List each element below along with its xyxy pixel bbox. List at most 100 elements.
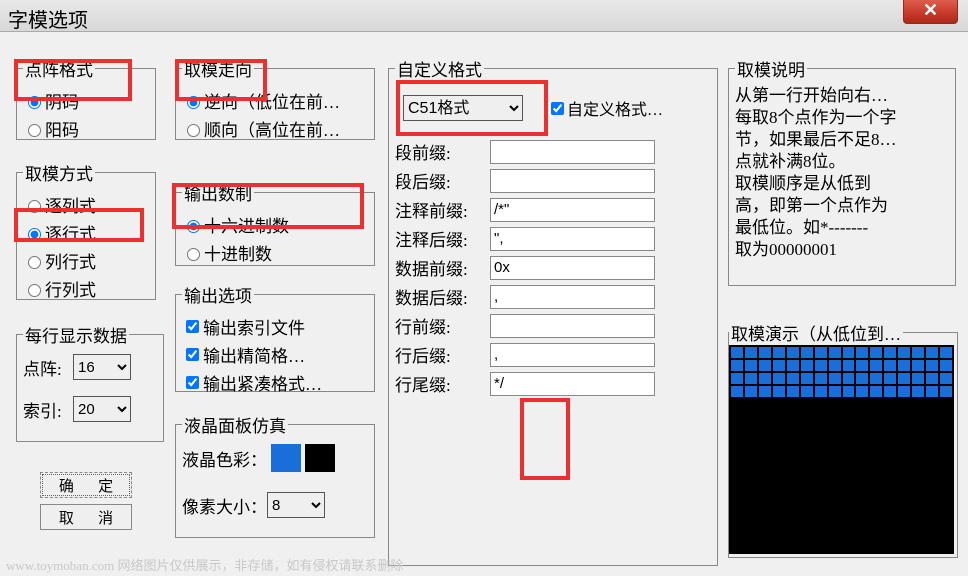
close-button[interactable]: ✕ xyxy=(903,0,958,24)
field-input-7[interactable] xyxy=(490,343,655,367)
cancel-button[interactable]: 取 消 xyxy=(40,504,132,530)
field-input-3[interactable] xyxy=(490,227,655,251)
demo-cell xyxy=(870,373,882,384)
check-custom-format[interactable]: 自定义格式… xyxy=(547,96,663,120)
lcd-color-swatch-2[interactable] xyxy=(305,444,335,472)
field-row-1: 段后缀: xyxy=(395,168,711,193)
group-output-options: 输出选项 输出索引文件 输出精简格… 输出紧凑格式… xyxy=(175,282,375,392)
demo-cell xyxy=(801,360,813,371)
radio-colrow[interactable]: 列行式 xyxy=(23,248,149,273)
demo-cell xyxy=(898,373,910,384)
legend-per-line: 每行显示数据 xyxy=(23,322,129,347)
radio-forward[interactable]: 顺向（高位在前… xyxy=(182,116,368,141)
check-index-file[interactable]: 输出索引文件 xyxy=(182,314,368,339)
demo-cell xyxy=(898,360,910,371)
radio-yang[interactable]: 阳码 xyxy=(23,116,149,141)
demo-cell xyxy=(815,360,827,371)
group-lcd-sim: 液晶面板仿真 液晶色彩： 像素大小： 8 xyxy=(175,412,375,538)
demo-cell xyxy=(884,373,896,384)
field-label-4: 数据前缀: xyxy=(395,255,490,280)
field-row-4: 数据前缀: xyxy=(395,255,711,280)
legend-demo: 取模演示（从低位到… xyxy=(729,320,903,345)
field-input-0[interactable] xyxy=(490,140,655,164)
field-label-7: 行后缀: xyxy=(395,342,490,367)
watermark: www.toymoban.com 网络图片仅供展示，非存储，如有侵权请联系删除 xyxy=(6,555,403,574)
demo-cell xyxy=(773,347,785,358)
field-input-5[interactable] xyxy=(490,285,655,309)
field-row-0: 段前缀: xyxy=(395,139,711,164)
lcd-color-swatch-1[interactable] xyxy=(271,444,301,472)
legend-custom-format: 自定义格式 xyxy=(395,56,484,81)
demo-cell xyxy=(912,373,924,384)
row-lcd-color: 液晶色彩： xyxy=(182,444,368,472)
demo-cell xyxy=(787,347,799,358)
legend-dot-format: 点阵格式 xyxy=(23,56,95,81)
demo-cell xyxy=(745,347,757,358)
check-compact[interactable]: 输出精简格… xyxy=(182,342,368,367)
group-dot-format: 点阵格式 阴码 阳码 xyxy=(16,56,156,140)
demo-cell xyxy=(940,373,952,384)
demo-cell xyxy=(815,347,827,358)
radio-row[interactable]: 逐行式 xyxy=(23,220,149,245)
demo-cell xyxy=(759,360,771,371)
check-tight[interactable]: 输出紧凑格式… xyxy=(182,370,368,395)
dialog-body: 点阵格式 阴码 阳码 取模方式 逐列式 逐行式 列行式 行列式 每行显示数据 点… xyxy=(0,32,968,576)
demo-cell xyxy=(912,347,924,358)
field-label-1: 段后缀: xyxy=(395,168,490,193)
radio-col[interactable]: 逐列式 xyxy=(23,192,149,217)
window-title: 字模选项 xyxy=(8,10,88,32)
legend-scan-mode: 取模方式 xyxy=(23,160,95,185)
demo-cell xyxy=(926,373,938,384)
select-c51-format[interactable]: C51格式 xyxy=(403,95,523,121)
demo-cell xyxy=(829,373,841,384)
select-index-count[interactable]: 20 xyxy=(73,396,131,422)
group-direction: 取模走向 逆向（低位在前… 顺向（高位在前… xyxy=(175,56,375,140)
ok-button[interactable]: 确 定 xyxy=(40,472,132,498)
demo-cell xyxy=(787,360,799,371)
demo-cell xyxy=(745,360,757,371)
field-input-1[interactable] xyxy=(490,169,655,193)
demo-cell xyxy=(829,347,841,358)
field-row-2: 注释前缀: xyxy=(395,197,711,222)
field-input-8[interactable] xyxy=(490,372,655,396)
row-dot-count: 点阵: 16 xyxy=(23,354,157,380)
demo-cell xyxy=(940,347,952,358)
demo-cell xyxy=(884,386,896,397)
field-input-2[interactable] xyxy=(490,198,655,222)
field-label-3: 注释后缀: xyxy=(395,226,490,251)
demo-cell xyxy=(759,347,771,358)
select-dot-count[interactable]: 16 xyxy=(73,354,131,380)
demo-cell xyxy=(843,360,855,371)
field-label-5: 数据后缀: xyxy=(395,284,490,309)
demo-preview xyxy=(729,345,954,554)
field-input-6[interactable] xyxy=(490,314,655,338)
radio-yin[interactable]: 阴码 xyxy=(23,88,149,113)
demo-cell xyxy=(940,386,952,397)
radio-reverse[interactable]: 逆向（低位在前… xyxy=(182,88,368,113)
demo-cell xyxy=(773,373,785,384)
demo-cell xyxy=(898,386,910,397)
demo-cell xyxy=(898,347,910,358)
demo-cell xyxy=(884,347,896,358)
select-pixel-size[interactable]: 8 xyxy=(267,492,325,518)
field-row-3: 注释后缀: xyxy=(395,226,711,251)
field-label-6: 行前缀: xyxy=(395,313,490,338)
field-label-8: 行尾缀: xyxy=(395,371,490,396)
field-row-7: 行后缀: xyxy=(395,342,711,367)
row-index-count: 索引: 20 xyxy=(23,396,157,422)
description-text: 从第一行开始向右… 每取8个点作为一个字 节，如果最后不足8… 点就补满8位。 … xyxy=(735,85,949,261)
demo-cell xyxy=(843,386,855,397)
radio-rowcol[interactable]: 行列式 xyxy=(23,276,149,301)
demo-cell xyxy=(731,347,743,358)
demo-cell xyxy=(773,360,785,371)
legend-number-base: 输出数制 xyxy=(182,180,254,205)
field-input-4[interactable] xyxy=(490,256,655,280)
radio-dec[interactable]: 十进制数 xyxy=(182,240,368,265)
demo-cell xyxy=(731,386,743,397)
radio-hex[interactable]: 十六进制数 xyxy=(182,212,368,237)
demo-cell xyxy=(843,347,855,358)
demo-cell xyxy=(912,386,924,397)
demo-cell xyxy=(773,386,785,397)
legend-description: 取模说明 xyxy=(735,56,807,81)
row-pixel-size: 像素大小： 8 xyxy=(182,492,368,518)
